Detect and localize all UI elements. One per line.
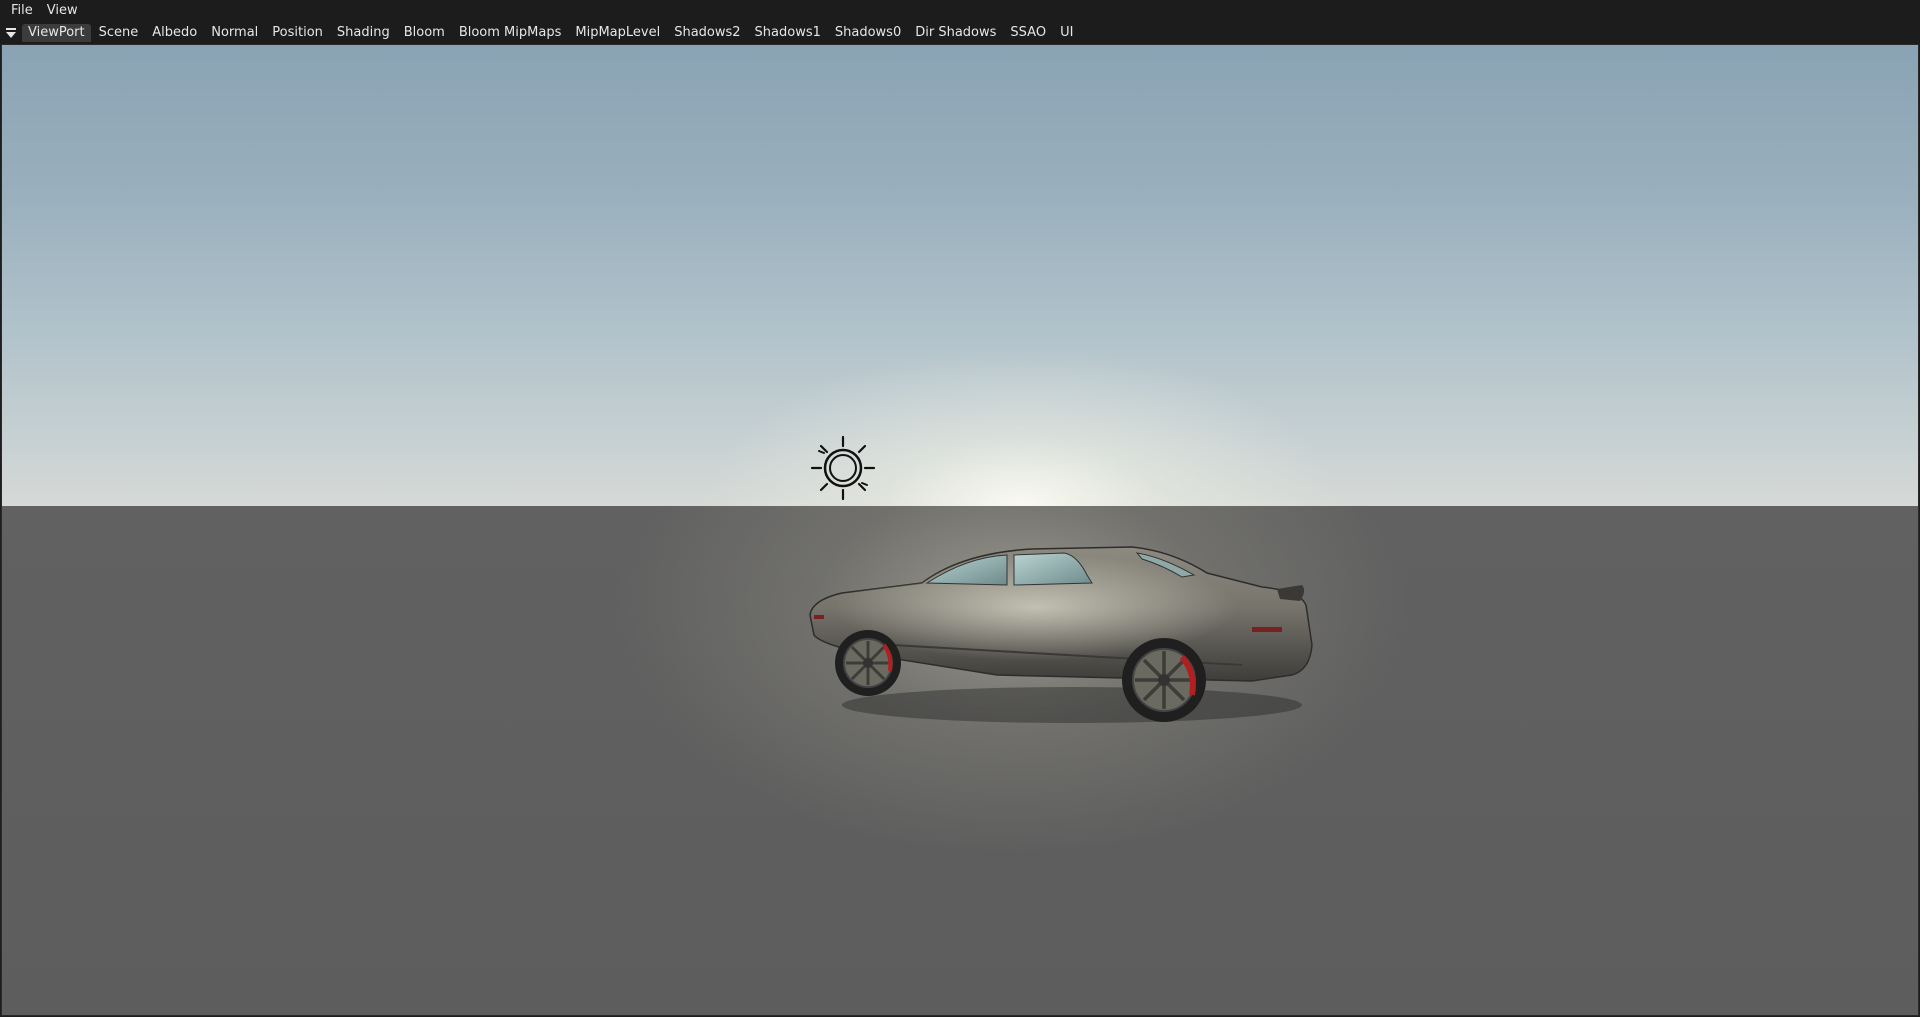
car-model[interactable]: [802, 505, 1322, 745]
front-wheel: [835, 630, 901, 696]
menu-file[interactable]: File: [0, 0, 40, 22]
menu-view[interactable]: View: [40, 0, 85, 22]
tab-normal[interactable]: Normal: [205, 24, 264, 42]
tab-bloom-mipmaps[interactable]: Bloom MipMaps: [453, 24, 568, 42]
triangle-down-icon: [6, 28, 16, 38]
sun-icon[interactable]: [810, 435, 876, 501]
tab-viewport[interactable]: ViewPort: [22, 24, 91, 42]
viewport-render[interactable]: [1, 44, 1919, 1016]
tab-position[interactable]: Position: [266, 24, 329, 42]
tab-list-dropdown[interactable]: [0, 22, 22, 44]
tab-bar: ViewPort Scene Albedo Normal Position Sh…: [0, 22, 1920, 44]
tab-dir-shadows[interactable]: Dir Shadows: [909, 24, 1002, 42]
tab-shadows2[interactable]: Shadows2: [668, 24, 746, 42]
tab-shading[interactable]: Shading: [331, 24, 396, 42]
tab-shadows1[interactable]: Shadows1: [749, 24, 827, 42]
tab-bloom[interactable]: Bloom: [398, 24, 451, 42]
tab-shadows0[interactable]: Shadows0: [829, 24, 907, 42]
tab-albedo[interactable]: Albedo: [146, 24, 203, 42]
tab-ssao[interactable]: SSAO: [1004, 24, 1052, 42]
tab-scene[interactable]: Scene: [93, 24, 145, 42]
tab-ui[interactable]: UI: [1054, 24, 1079, 42]
rear-wheel: [1122, 638, 1206, 722]
menu-bar: File View: [0, 0, 1920, 22]
tab-mipmaplevel[interactable]: MipMapLevel: [569, 24, 666, 42]
